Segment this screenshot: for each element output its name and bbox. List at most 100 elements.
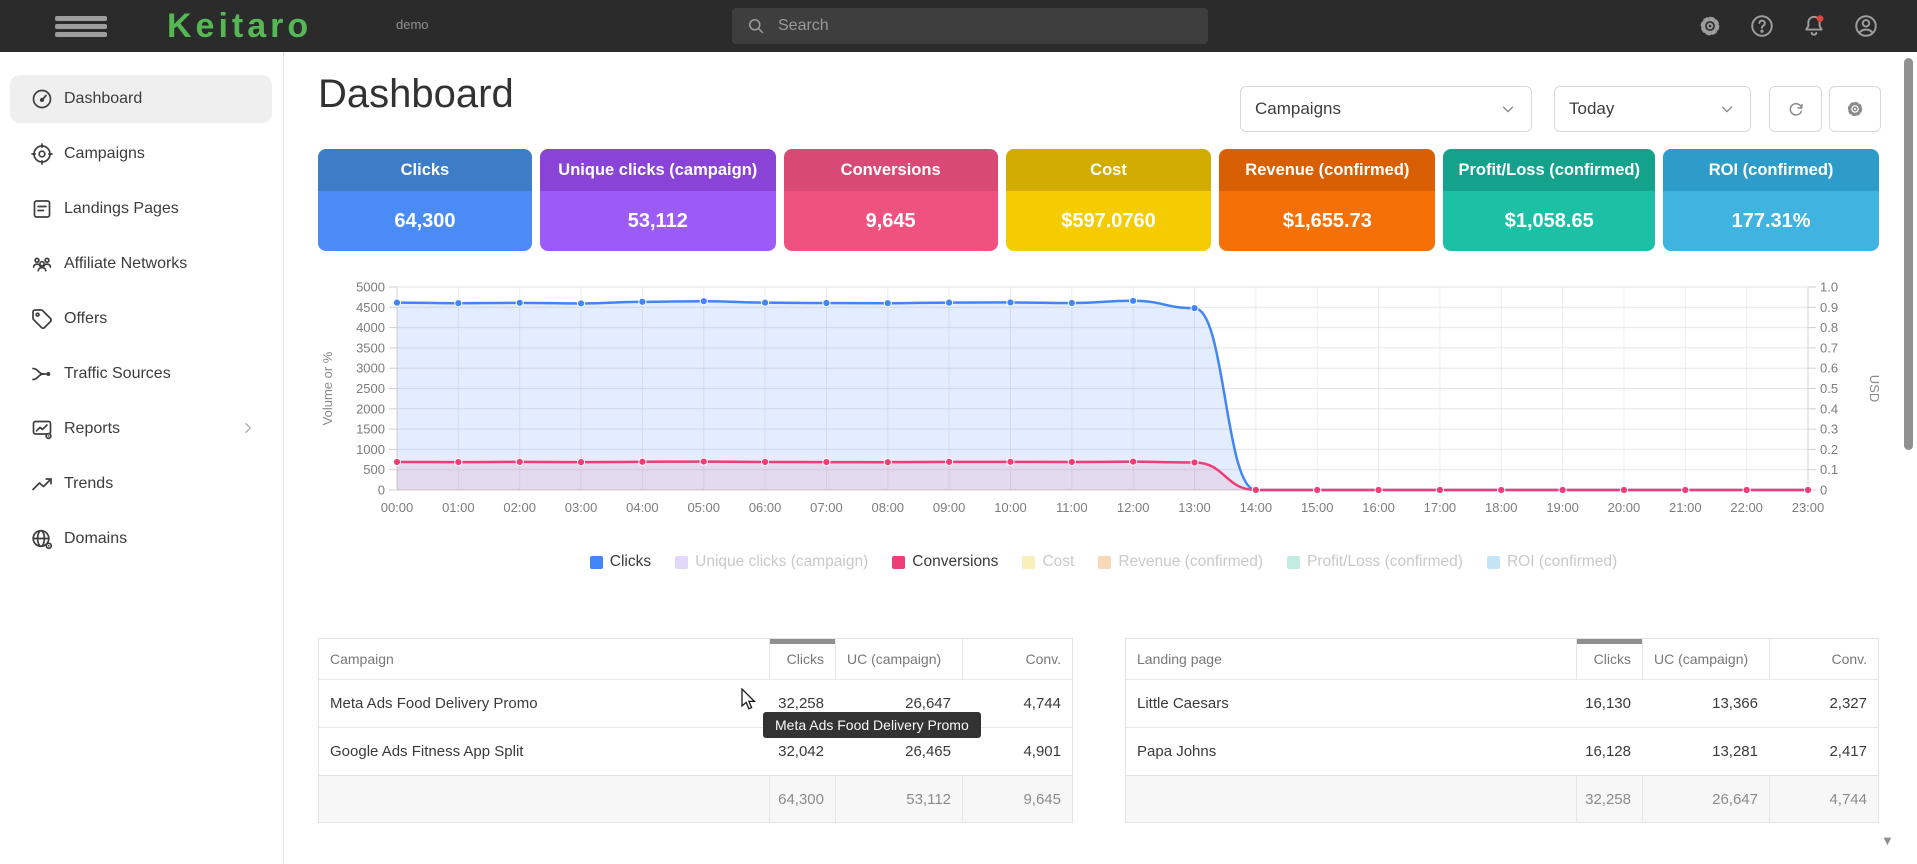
metric-card-revenue[interactable]: Revenue (confirmed) $1,655.73 <box>1219 149 1435 251</box>
search-input[interactable] <box>776 16 1208 36</box>
sidebar-item-label: Trends <box>64 475 113 493</box>
svg-text:06:00: 06:00 <box>749 500 782 515</box>
settings-icon[interactable] <box>1697 13 1723 39</box>
metric-card-value: 64,300 <box>318 191 532 251</box>
svg-text:12:00: 12:00 <box>1117 500 1150 515</box>
chevron-down-icon <box>1499 100 1517 118</box>
totals-uc: 26,647 <box>1642 776 1769 822</box>
svg-text:0.3: 0.3 <box>1820 422 1838 437</box>
svg-text:0.7: 0.7 <box>1820 340 1838 355</box>
account-icon[interactable] <box>1853 13 1879 39</box>
legend-swatch <box>1487 556 1500 569</box>
brand-logo[interactable]: Keitaro <box>167 6 312 46</box>
sidebar-item-domains[interactable]: Domains <box>10 515 272 563</box>
legend-item-cost[interactable]: Cost <box>1022 553 1074 571</box>
svg-text:15:00: 15:00 <box>1301 500 1334 515</box>
svg-text:02:00: 02:00 <box>503 500 536 515</box>
svg-text:0.5: 0.5 <box>1820 381 1838 396</box>
sort-indicator <box>1577 639 1642 644</box>
svg-text:0: 0 <box>378 483 385 498</box>
column-header-campaign[interactable]: Campaign <box>319 639 769 679</box>
totals-clicks: 64,300 <box>769 776 835 822</box>
column-header-clicks[interactable]: Clicks <box>1576 639 1642 679</box>
help-icon[interactable] <box>1749 13 1775 39</box>
svg-text:04:00: 04:00 <box>626 500 659 515</box>
svg-text:4500: 4500 <box>356 300 385 315</box>
legend-item-profit-loss[interactable]: Profit/Loss (confirmed) <box>1287 553 1463 571</box>
metric-card-cost[interactable]: Cost $597.0760 <box>1006 149 1212 251</box>
sidebar-item-landings-pages[interactable]: Landings Pages <box>10 185 272 233</box>
metric-card-conversions[interactable]: Conversions 9,645 <box>784 149 998 251</box>
date-range-select[interactable]: Today <box>1554 86 1751 132</box>
svg-text:07:00: 07:00 <box>810 500 843 515</box>
metric-card-unique-clicks[interactable]: Unique clicks (campaign) 53,112 <box>540 149 776 251</box>
svg-text:23:00: 23:00 <box>1792 500 1825 515</box>
svg-text:21:00: 21:00 <box>1669 500 1702 515</box>
legend-item-conversions[interactable]: Conversions <box>892 553 998 571</box>
svg-text:14:00: 14:00 <box>1240 500 1273 515</box>
metric-card-roi[interactable]: ROI (confirmed) 177.31% <box>1663 149 1879 251</box>
sidebar-item-reports[interactable]: Reports <box>10 405 272 453</box>
svg-text:5000: 5000 <box>356 280 385 295</box>
landing-name[interactable]: Papa Johns <box>1126 728 1576 775</box>
legend-item-clicks[interactable]: Clicks <box>590 553 651 571</box>
sidebar-item-offers[interactable]: Offers <box>10 295 272 343</box>
metric-card-label: Profit/Loss (confirmed) <box>1443 149 1655 191</box>
refresh-button[interactable] <box>1769 86 1822 132</box>
metric-card-clicks[interactable]: Clicks 64,300 <box>318 149 532 251</box>
global-search[interactable] <box>732 8 1208 44</box>
metric-card-label: ROI (confirmed) <box>1663 149 1879 191</box>
campaign-name[interactable]: Google Ads Fitness App Split <box>319 728 769 775</box>
legend-item-unique-clicks[interactable]: Unique clicks (campaign) <box>675 553 868 571</box>
table-row[interactable]: Little Caesars 16,130 13,366 2,327 <box>1126 679 1878 727</box>
dashboard-settings-button[interactable] <box>1829 86 1881 132</box>
sidebar-item-label: Reports <box>64 420 120 438</box>
legend-swatch <box>675 556 688 569</box>
hover-tooltip: Meta Ads Food Delivery Promo <box>763 712 981 738</box>
svg-text:10:00: 10:00 <box>994 500 1027 515</box>
notifications-bell-icon[interactable] <box>1801 13 1827 39</box>
landing-name[interactable]: Little Caesars <box>1126 680 1576 727</box>
traffic-chart[interactable]: 0500100015002000250030003500400045005000… <box>318 266 1898 532</box>
svg-text:0.6: 0.6 <box>1820 361 1838 376</box>
campaign-name[interactable]: Meta Ads Food Delivery Promo <box>319 680 769 727</box>
column-header-landing-page[interactable]: Landing page <box>1126 639 1576 679</box>
totals-uc: 53,112 <box>835 776 962 822</box>
column-header-uc[interactable]: UC (campaign) <box>1642 639 1769 679</box>
scroll-down-arrow-icon[interactable]: ▼ <box>1881 833 1894 848</box>
page-scrollbar-thumb[interactable] <box>1904 58 1913 450</box>
app-window: Keitaro demo Dashboard Campaigns Landing… <box>0 0 1917 864</box>
metric-card-profit-loss[interactable]: Profit/Loss (confirmed) $1,058.65 <box>1443 149 1655 251</box>
menu-icon[interactable] <box>55 16 107 37</box>
topbar: Keitaro demo <box>0 0 1917 52</box>
legend-item-roi[interactable]: ROI (confirmed) <box>1487 553 1617 571</box>
metric-card-value: 177.31% <box>1663 191 1879 251</box>
svg-text:1000: 1000 <box>356 442 385 457</box>
column-header-conv[interactable]: Conv. <box>962 639 1072 679</box>
sidebar-item-dashboard[interactable]: Dashboard <box>10 75 272 123</box>
sidebar-item-label: Landings Pages <box>64 200 179 218</box>
campaigns-filter-select[interactable]: Campaigns <box>1240 86 1532 132</box>
column-header-conv[interactable]: Conv. <box>1769 639 1878 679</box>
column-header-uc[interactable]: UC (campaign) <box>835 639 962 679</box>
totals-clicks: 32,258 <box>1576 776 1642 822</box>
svg-text:USD: USD <box>1867 375 1882 402</box>
sidebar-item-traffic-sources[interactable]: Traffic Sources <box>10 350 272 398</box>
metric-card-value: 53,112 <box>540 191 776 251</box>
column-header-clicks[interactable]: Clicks <box>769 639 835 679</box>
legend-swatch <box>1287 556 1300 569</box>
sidebar-item-affiliate-networks[interactable]: Affiliate Networks <box>10 240 272 288</box>
svg-text:2000: 2000 <box>356 401 385 416</box>
refresh-icon <box>1786 99 1806 119</box>
legend-item-revenue[interactable]: Revenue (confirmed) <box>1098 553 1263 571</box>
metric-card-label: Unique clicks (campaign) <box>540 149 776 191</box>
metric-card-value: $1,058.65 <box>1443 191 1655 251</box>
dashboard-icon <box>30 87 54 111</box>
svg-text:09:00: 09:00 <box>933 500 966 515</box>
uc-value: 13,281 <box>1642 728 1769 775</box>
sidebar-item-label: Dashboard <box>64 90 142 108</box>
table-row[interactable]: Papa Johns 16,128 13,281 2,417 <box>1126 727 1878 775</box>
svg-text:0.2: 0.2 <box>1820 442 1838 457</box>
sidebar-item-campaigns[interactable]: Campaigns <box>10 130 272 178</box>
sidebar-item-trends[interactable]: Trends <box>10 460 272 508</box>
